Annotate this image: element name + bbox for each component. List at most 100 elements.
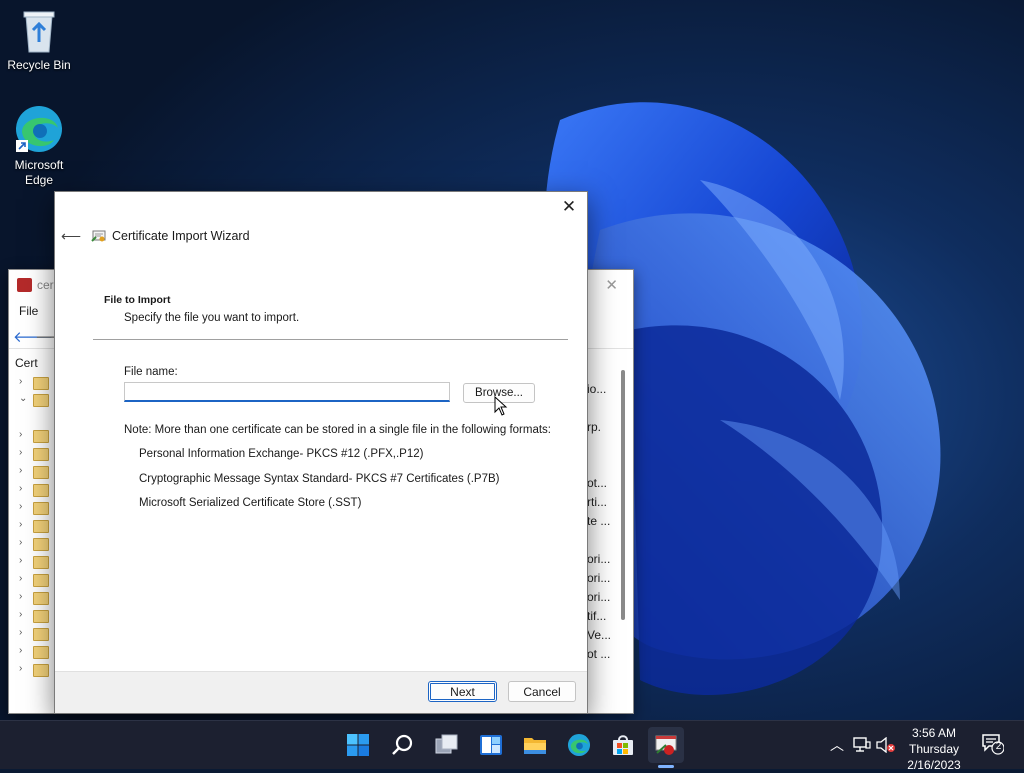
chevron-right-icon[interactable]: › <box>19 429 22 440</box>
tree-node[interactable]: › <box>19 376 55 390</box>
format-item-p7b: Cryptographic Message Syntax Standard- P… <box>139 473 500 485</box>
dialog-footer: Next Cancel <box>55 671 587 713</box>
cancel-button[interactable]: Cancel <box>508 681 576 702</box>
certificate-wizard-icon <box>91 230 106 242</box>
edge-taskbar-button[interactable] <box>561 727 597 763</box>
widgets-button[interactable] <box>473 727 509 763</box>
chevron-right-icon[interactable]: › <box>19 663 22 674</box>
store-bag-icon <box>613 735 633 755</box>
tree-node[interactable]: › <box>19 429 55 443</box>
chevron-right-icon[interactable]: › <box>19 501 22 512</box>
folder-icon <box>33 646 49 659</box>
chevron-right-icon[interactable]: › <box>19 483 22 494</box>
details-item[interactable]: Ve... <box>587 628 611 642</box>
recycle-bin-icon <box>23 11 55 53</box>
menu-file[interactable]: File <box>19 304 38 318</box>
certificates-console-taskbar-button[interactable] <box>648 727 684 763</box>
tree-node[interactable]: › <box>19 645 55 659</box>
show-hidden-icons-chevron-icon[interactable]: ︿ <box>830 735 844 755</box>
system-clock[interactable]: 3:56 AM Thursday 2/16/2023 <box>894 725 974 773</box>
notification-center-button[interactable]: 2 <box>982 733 1004 755</box>
task-view-button[interactable] <box>429 727 465 763</box>
folder-icon <box>33 377 49 390</box>
dialog-title: Certificate Import Wizard <box>112 229 250 243</box>
close-button[interactable]: ✕ <box>557 196 581 218</box>
details-item[interactable]: te ... <box>587 514 610 528</box>
certificate-console-icon <box>655 735 677 755</box>
tree-node[interactable]: › <box>19 447 55 461</box>
tree-node[interactable]: › <box>19 519 55 533</box>
next-button[interactable]: Next <box>428 681 497 702</box>
store-button[interactable] <box>605 727 641 763</box>
chevron-right-icon[interactable]: › <box>19 537 22 548</box>
volume-muted-icon[interactable] <box>876 737 896 753</box>
clock-day: Thursday <box>908 742 960 756</box>
tree-node[interactable]: › <box>19 627 55 641</box>
file-name-label: File name: <box>124 366 178 378</box>
tree-node[interactable]: › <box>19 465 55 479</box>
chevron-right-icon[interactable]: › <box>19 376 22 387</box>
details-item[interactable]: ori... <box>587 590 610 604</box>
mouse-pointer-icon <box>494 396 508 416</box>
clock-date: 2/16/2023 <box>907 758 961 772</box>
details-scrollbar[interactable] <box>621 370 625 620</box>
page-title: File to Import <box>104 294 171 306</box>
chevron-right-icon[interactable]: › <box>19 573 22 584</box>
tree-node[interactable]: › <box>19 663 55 677</box>
chevron-right-icon[interactable]: › <box>19 627 22 638</box>
console-title: cer <box>37 278 54 292</box>
chevron-right-icon[interactable]: › <box>19 645 22 656</box>
tree-node[interactable]: › <box>19 501 55 515</box>
file-name-input[interactable] <box>124 382 450 402</box>
folder-icon <box>33 538 49 551</box>
tree-node[interactable]: › <box>19 573 55 587</box>
console-app-icon <box>17 278 32 292</box>
chevron-right-icon[interactable]: › <box>19 465 22 476</box>
certificate-import-wizard-dialog[interactable]: ✕ ⟵ Certificate Import Wizard File to Im… <box>54 191 588 714</box>
details-item[interactable]: ot... <box>587 476 607 490</box>
chevron-right-icon[interactable]: › <box>19 519 22 530</box>
format-item-pfx: Personal Information Exchange- PKCS #12 … <box>139 448 424 460</box>
microsoft-edge-shortcut[interactable]: Microsoft Edge <box>1 104 77 188</box>
folder-icon <box>33 556 49 569</box>
details-item[interactable]: tif... <box>587 609 606 623</box>
folder-icon <box>33 484 49 497</box>
folder-icon <box>33 592 49 605</box>
search-icon <box>392 734 413 755</box>
chevron-right-icon[interactable]: › <box>19 609 22 620</box>
tree-node[interactable]: › <box>19 483 55 497</box>
tree-node[interactable]: › <box>19 537 55 551</box>
details-item[interactable]: ori... <box>587 571 610 585</box>
folder-icon <box>33 664 49 677</box>
details-item[interactable]: ori... <box>587 552 610 566</box>
folder-icon <box>33 502 49 515</box>
details-item[interactable]: ot ... <box>587 647 610 661</box>
tree-node[interactable]: › <box>19 591 55 605</box>
details-item[interactable]: rp. <box>587 420 601 434</box>
chevron-right-icon[interactable]: › <box>19 447 22 458</box>
edge-label-line1: Microsoft <box>14 158 64 172</box>
start-button[interactable] <box>340 727 376 763</box>
recycle-bin-shortcut[interactable]: Recycle Bin <box>1 8 77 73</box>
tree-node[interactable]: › <box>19 555 55 569</box>
network-icon[interactable] <box>853 737 871 753</box>
chevron-right-icon[interactable]: › <box>19 591 22 602</box>
chevron-right-icon[interactable]: › <box>19 555 22 566</box>
tree-node[interactable]: › <box>19 609 55 623</box>
console-tree-pane: Cert › ⌄ › › › › › › › › › › › › › › <box>9 352 55 713</box>
search-button[interactable] <box>385 727 421 763</box>
header-divider <box>93 339 568 340</box>
tree-root-certificates[interactable]: Cert <box>15 356 38 370</box>
chevron-down-icon[interactable]: ⌄ <box>19 393 27 404</box>
back-arrow-icon[interactable]: ⟵ <box>61 228 81 244</box>
widgets-icon <box>480 735 502 755</box>
notification-count-badge: 2 <box>995 741 1002 752</box>
recycle-bin-label: Recycle Bin <box>7 58 71 72</box>
file-explorer-button[interactable] <box>517 727 553 763</box>
details-item[interactable]: io... <box>587 382 606 396</box>
folder-icon <box>33 394 49 407</box>
tree-node[interactable]: ⌄ <box>19 393 55 407</box>
task-view-icon <box>435 734 458 754</box>
console-close-icon[interactable]: ✕ <box>605 276 618 294</box>
details-item[interactable]: rti... <box>587 495 607 509</box>
